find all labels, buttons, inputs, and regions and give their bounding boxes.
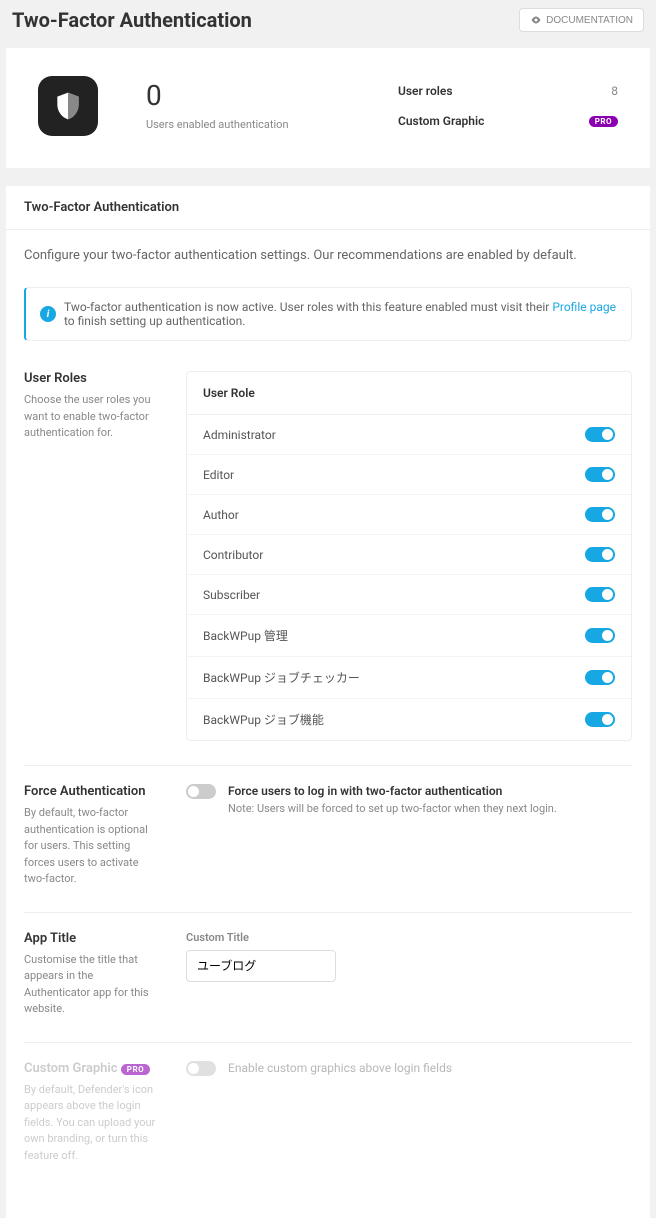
info-icon [40,306,56,322]
custom-graphic-label: Enable custom graphics above login field… [228,1061,452,1075]
panel-description: Configure your two-factor authentication… [24,248,632,263]
role-toggle[interactable] [585,507,615,522]
role-row: Editor [187,455,631,495]
role-row: BackWPup 管理 [187,615,631,657]
force-auth-title: Force Authentication [24,784,162,799]
force-auth-desc: By default, two-factor authentication is… [24,805,162,888]
user-roles-title: User Roles [24,371,162,386]
role-name: Author [203,508,239,522]
panel-title: Two-Factor Authentication [6,186,650,230]
pro-badge: PRO [121,1064,150,1075]
custom-graphic-desc: By default, Defender's icon appears abov… [24,1082,162,1165]
app-title-desc: Customise the title that appears in the … [24,952,162,1018]
role-row: BackWPup ジョブチェッカー [187,657,631,699]
custom-title-input[interactable] [186,950,336,982]
role-name: Administrator [203,428,276,442]
profile-page-link[interactable]: Profile page [552,300,616,314]
meta-user-roles-label: User roles [398,84,453,98]
role-toggle[interactable] [585,547,615,562]
force-auth-label: Force users to log in with two-factor au… [228,784,632,798]
role-row: Subscriber [187,575,631,615]
users-enabled-count: 0 [146,82,289,110]
custom-graphic-toggle [186,1061,216,1076]
force-auth-toggle[interactable] [186,784,216,799]
role-name: Contributor [203,548,263,562]
role-toggle[interactable] [585,712,615,727]
role-row: Contributor [187,535,631,575]
users-enabled-label: Users enabled authentication [146,118,289,131]
role-name: BackWPup 管理 [203,627,288,644]
role-toggle[interactable] [585,587,615,602]
meta-user-roles-value: 8 [611,84,618,98]
shield-icon [52,90,84,122]
role-name: Editor [203,468,234,482]
role-row: BackWPup ジョブ機能 [187,699,631,740]
role-toggle[interactable] [585,427,615,442]
role-toggle[interactable] [585,670,615,685]
role-row: Administrator [187,415,631,455]
custom-graphic-title: Custom Graphic [24,1061,118,1076]
shield-icon-box [38,76,98,136]
user-roles-desc: Choose the user roles you want to enable… [24,392,162,442]
page-title: Two-Factor Authentication [12,8,252,32]
role-toggle[interactable] [585,467,615,482]
role-name: BackWPup ジョブ機能 [203,711,324,728]
roles-table-header: User Role [187,372,631,415]
active-notice: Two-factor authentication is now active.… [24,287,632,341]
role-row: Author [187,495,631,535]
meta-custom-graphic-label: Custom Graphic [398,114,484,128]
custom-title-label: Custom Title [186,931,632,944]
documentation-button[interactable]: DOCUMENTATION [519,8,644,32]
force-auth-note: Note: Users will be forced to set up two… [228,802,632,815]
role-name: Subscriber [203,588,260,602]
eye-icon [530,14,542,26]
pro-badge: PRO [589,116,618,127]
role-toggle[interactable] [585,628,615,643]
app-title-title: App Title [24,931,162,946]
role-name: BackWPup ジョブチェッカー [203,669,360,686]
